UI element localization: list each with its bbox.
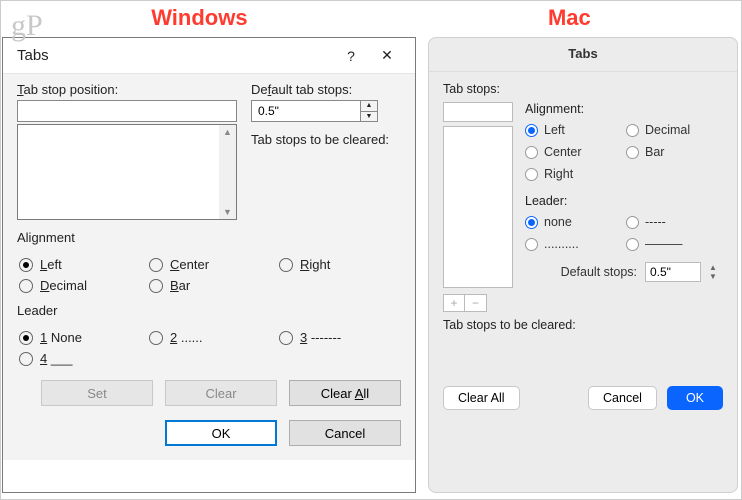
tab-stop-input[interactable] [443,102,513,122]
default-stops-input[interactable] [645,262,701,282]
watermark-logo: gP [11,9,43,43]
stepper-down-icon: ▼ [709,272,723,281]
add-tab-button[interactable]: + [443,294,465,312]
header-windows: Windows [151,5,247,31]
spinner-down-icon[interactable]: ▼ [361,112,377,122]
leader-dashes-radio[interactable]: ----- [626,215,723,229]
help-button[interactable]: ? [333,38,369,74]
dialog-title: Tabs [17,47,333,64]
clear-button[interactable]: Clear [165,380,277,406]
alignment-right-radio[interactable]: Right [279,257,401,272]
leader-group-label: Leader: [525,194,723,208]
minus-icon: − [472,296,479,310]
alignment-center-radio[interactable]: Center [149,257,279,272]
default-tab-stops-input[interactable] [251,100,361,122]
alignment-decimal-radio[interactable]: Decimal [19,278,149,293]
alignment-group-label: Alignment [17,230,401,245]
clear-all-button[interactable]: Clear All [443,386,520,410]
clear-all-button[interactable]: Clear All [289,380,401,406]
plus-icon: + [450,296,457,310]
alignment-group-label: Alignment: [525,102,723,116]
alignment-decimal-radio[interactable]: Decimal [626,123,723,137]
remove-tab-button[interactable]: − [465,294,487,312]
tab-stops-label: Tab stops: [443,82,723,96]
close-icon: ✕ [381,47,393,64]
default-stops-label: Default stops: [561,265,637,279]
leader-none-radio[interactable]: 1 None [19,330,149,345]
leader-dashes-radio[interactable]: 3 ------- [279,330,401,345]
scroll-up-icon[interactable]: ▲ [223,127,232,137]
alignment-bar-radio[interactable]: Bar [149,278,279,293]
default-tab-stops-spinner[interactable]: ▲▼ [251,100,389,122]
windows-titlebar: Tabs ? ✕ [3,38,415,74]
leader-underline-radio[interactable]: ——— [626,237,723,251]
dialog-title: Tabs [429,46,737,61]
leader-dots-radio[interactable]: 2 ...... [149,330,279,345]
alignment-left-radio[interactable]: Left [525,123,622,137]
cancel-button[interactable]: Cancel [289,420,401,446]
windows-dialog: Tabs ? ✕ TTab stop position:ab stop posi… [2,37,416,493]
ok-button[interactable]: OK [165,420,277,446]
alignment-center-radio[interactable]: Center [525,145,622,159]
close-button[interactable]: ✕ [369,38,405,74]
listbox-scrollbar[interactable]: ▲▼ [219,125,236,219]
alignment-left-radio[interactable]: Left [19,257,149,272]
tab-stop-position-label: TTab stop position:ab stop position: [17,82,237,97]
tabs-to-be-cleared-label: Tab stops to be cleared: [443,318,723,332]
leader-dots-radio[interactable]: .......... [525,237,622,251]
default-tab-stops-label: Default tab stops: [251,82,389,97]
help-icon: ? [347,48,355,64]
set-button[interactable]: Set [41,380,153,406]
tab-stop-listbox[interactable] [443,126,513,288]
leader-none-radio[interactable]: none [525,215,622,229]
tab-stop-position-input[interactable] [17,100,237,122]
stepper-up-icon: ▲ [709,263,723,272]
header-mac: Mac [548,5,591,31]
ok-button[interactable]: OK [667,386,723,410]
cancel-button[interactable]: Cancel [588,386,657,410]
alignment-bar-radio[interactable]: Bar [626,145,723,159]
leader-group-label: Leader [17,303,401,318]
leader-underline-radio[interactable]: 4 ___ [19,351,149,366]
tabs-to-be-cleared-label: Tab stops to be cleared: [251,132,389,147]
scroll-down-icon[interactable]: ▼ [223,207,232,217]
spinner-up-icon[interactable]: ▲ [361,101,377,112]
alignment-right-radio[interactable]: Right [525,167,622,181]
default-stops-stepper[interactable]: ▲▼ [709,262,723,282]
mac-dialog: Tabs Tab stops: + − Alignment: Left Deci… [428,37,738,493]
tab-stop-listbox[interactable]: ▲▼ [17,124,237,220]
